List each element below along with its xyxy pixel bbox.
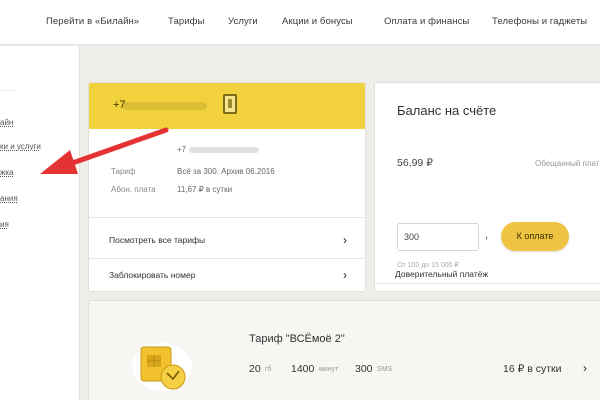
phone-icon (223, 94, 237, 114)
top-navigation: Перейти в «Билайн» Тарифы Услуги Акции и… (0, 0, 600, 45)
sidebar: ······ айн ки и услуги жка ания ия (0, 46, 80, 400)
balance-card: Баланс на счёте 56,99 ₽ Обещанный плат ,… (374, 82, 600, 292)
block-number-link[interactable]: Заблокировать номер (109, 270, 195, 280)
tariff-sms-value: 300 (355, 363, 373, 375)
promised-payment-link[interactable]: Обещанный плат (535, 159, 599, 168)
payment-hint: От 100 до 15 000 ₽ (397, 262, 459, 269)
pay-button[interactable]: К оплате (501, 222, 569, 251)
account-phone-blur (189, 147, 259, 153)
nav-tariffs[interactable]: Тарифы (168, 16, 205, 27)
account-card: +7 +7 Тариф Всё за 300. Архив 06.2016 Аб… (88, 82, 366, 292)
tariff-name: Тариф "ВСЁмоё 2" (249, 333, 345, 345)
tariff-card: Тариф "ВСЁмоё 2" 20 гб 1400 минут 300 SM… (88, 300, 600, 400)
comma-separator: , (485, 229, 489, 241)
balance-amount: 56,99 ₽ (397, 157, 433, 169)
sidebar-item-beeline[interactable]: айн (0, 118, 13, 127)
nav-beeline-link[interactable]: Перейти в «Билайн» (46, 16, 139, 27)
sim-card-icon (132, 343, 192, 391)
tariff-price: 16 ₽ в сутки (503, 363, 562, 375)
divider (89, 258, 365, 259)
tariff-minutes-unit: минут (319, 366, 339, 373)
balance-title: Баланс на счёте (397, 103, 497, 118)
sidebar-item-other[interactable]: ия (0, 220, 9, 229)
tariff-gb-value: 20 (249, 363, 261, 375)
all-tariffs-link[interactable]: Посмотреть все тарифы (109, 235, 205, 245)
divider (375, 283, 600, 284)
chevron-right-icon: › (343, 268, 347, 282)
fee-value: 11,67 ₽ в сутки (177, 185, 233, 194)
account-phone-value: +7 (177, 145, 187, 154)
tariff-sms-unit: SMS (377, 366, 393, 373)
sidebar-item-info[interactable]: ания (0, 194, 18, 203)
sidebar-item-services[interactable]: ки и услуги (0, 142, 41, 151)
tariff-label: Тариф (111, 167, 136, 176)
chevron-right-icon: › (343, 233, 347, 247)
nav-services[interactable]: Услуги (228, 16, 258, 27)
sidebar-item-blurred: ······ (0, 86, 16, 95)
nav-promotions[interactable]: Акции и бонусы (282, 16, 353, 27)
account-number-blur (123, 102, 207, 110)
chevron-right-icon[interactable]: › (583, 361, 587, 375)
tariff-value: Всё за 300. Архив 06.2016 (177, 167, 275, 176)
tariff-gb-unit: гб (265, 366, 272, 373)
trust-payment-link[interactable]: Доверительный платёж (395, 269, 488, 279)
nav-phones[interactable]: Телефоны и гаджеты (492, 16, 587, 27)
divider (89, 217, 365, 218)
payment-amount-input[interactable] (397, 223, 479, 251)
account-header: +7 (89, 83, 365, 129)
fee-label: Абон. плата (111, 185, 156, 194)
tariff-minutes-value: 1400 (291, 363, 315, 375)
nav-payments[interactable]: Оплата и финансы (384, 16, 469, 27)
sidebar-item-detail[interactable]: жка (0, 168, 13, 177)
